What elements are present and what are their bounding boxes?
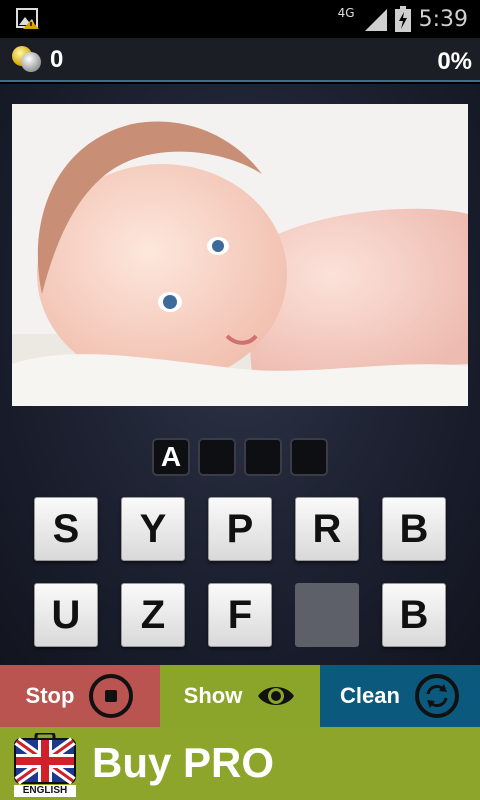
letter-key[interactable]: R [295, 497, 359, 561]
clean-label: Clean [340, 683, 400, 708]
letter-key[interactable]: B [382, 583, 446, 647]
answer-slot[interactable] [198, 438, 236, 476]
letter-key[interactable]: B [382, 497, 446, 561]
show-button[interactable]: Show [160, 665, 320, 727]
show-label: Show [183, 683, 243, 708]
eye-icon [258, 687, 295, 705]
refresh-icon [414, 674, 459, 718]
uk-flag-icon [14, 731, 76, 785]
battery-charging-icon [394, 6, 411, 32]
stop-icon [89, 674, 134, 718]
game-header: 0 0% [0, 38, 480, 82]
action-bar: Stop Show Clean [0, 665, 480, 727]
status-bar: 4G 5:39 [0, 0, 480, 38]
network-type-label: 4G [337, 6, 355, 20]
answer-slot[interactable]: A [152, 438, 190, 476]
stop-button[interactable]: Stop [0, 665, 160, 727]
clean-button[interactable]: Clean [320, 665, 480, 727]
letter-key[interactable]: P [208, 497, 272, 561]
answer-slots: A [0, 438, 480, 476]
letter-key[interactable]: S [34, 497, 98, 561]
answer-slot[interactable] [244, 438, 282, 476]
image-notification-icon [16, 8, 39, 29]
stop-label: Stop [25, 683, 75, 708]
coins-icon [12, 46, 41, 72]
buy-pro-label: Buy PRO [92, 739, 275, 786]
letter-row-1: S Y P R B [0, 497, 480, 561]
used-letter-key [295, 583, 359, 647]
clock: 5:39 [418, 6, 468, 32]
letter-key[interactable]: F [208, 583, 272, 647]
answer-slot[interactable] [290, 438, 328, 476]
letter-key[interactable]: Y [121, 497, 185, 561]
letter-row-2: U Z F B [0, 583, 480, 647]
puzzle-area: A S Y P R B U Z F B [0, 84, 480, 665]
language-selector[interactable]: ENGLISH [14, 731, 76, 797]
coins-count: 0 [50, 46, 64, 73]
letter-key[interactable]: U [34, 583, 98, 647]
puzzle-image [12, 104, 468, 406]
progress-percent: 0% [437, 48, 472, 75]
language-label: ENGLISH [14, 785, 76, 797]
signal-icon [364, 9, 387, 31]
buy-pro-banner[interactable]: ENGLISH Buy PRO [0, 727, 480, 800]
letter-key[interactable]: Z [121, 583, 185, 647]
